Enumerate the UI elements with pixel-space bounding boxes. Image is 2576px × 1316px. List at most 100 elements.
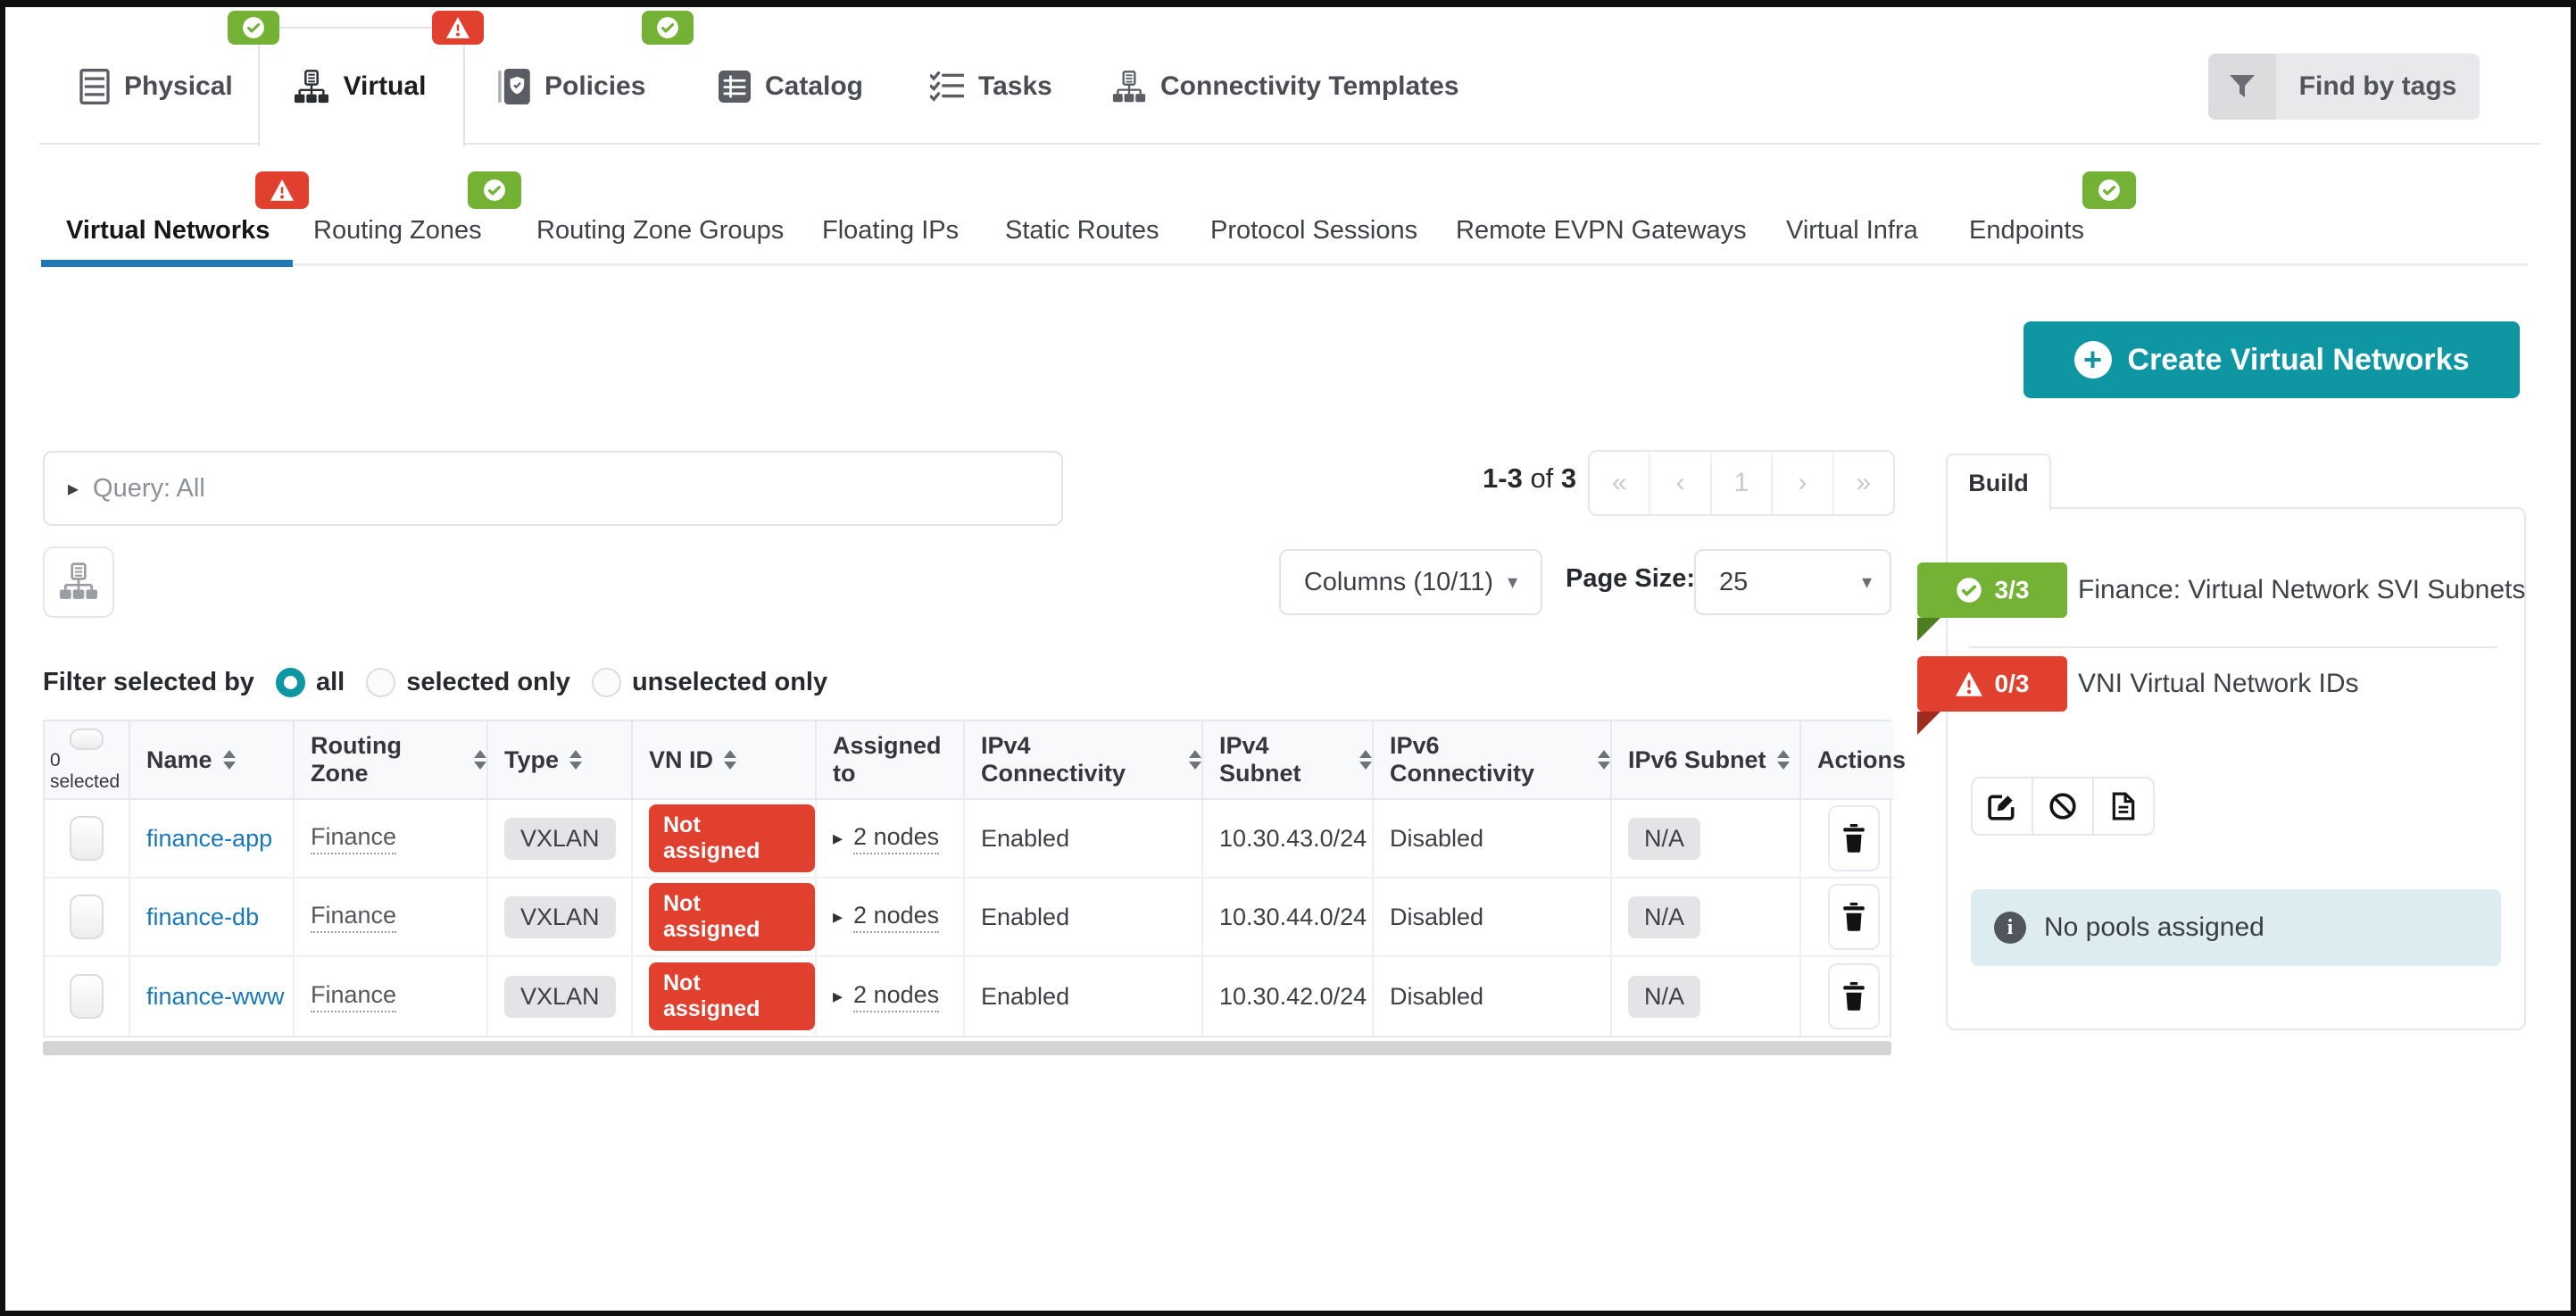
subnav-label: Floating IPs <box>822 216 959 246</box>
topology-view-button[interactable] <box>43 546 114 618</box>
plus-circle-icon: + <box>2074 341 2112 379</box>
build-tab-label: Build <box>1968 470 2029 497</box>
caret-right-icon[interactable]: ▸ <box>833 905 843 929</box>
column-header-ipv6-subnet[interactable]: IPv6 Subnet <box>1612 721 1801 800</box>
build-item-label: VNI Virtual Network IDs <box>2078 669 2359 699</box>
find-by-tags-button[interactable]: Find by tags <box>2208 54 2480 120</box>
subnav-routing-zones[interactable]: Routing Zones <box>313 209 482 252</box>
tab-policies[interactable]: Policies <box>498 59 645 114</box>
vn-name-link[interactable]: finance-app <box>146 825 272 853</box>
build-status-tag-error[interactable]: 0/3 <box>1917 656 2067 712</box>
warning-triangle-icon <box>255 171 309 209</box>
physical-success-badge check-circle-icon <box>228 11 279 45</box>
routing-zone-link[interactable]: Finance <box>311 902 396 933</box>
subnav-remote-evpn-gateways[interactable]: Remote EVPN Gateways <box>1456 209 1747 252</box>
subnav-static-routes[interactable]: Static Routes <box>1005 209 1159 252</box>
column-header-type[interactable]: Type <box>488 721 633 800</box>
build-item-label: Finance: Virtual Network SVI Subnets <box>2078 575 2525 605</box>
subnav-label: Remote EVPN Gateways <box>1456 216 1747 246</box>
disable-button[interactable] <box>2032 777 2094 836</box>
tab-catalog[interactable]: Catalog <box>719 59 863 114</box>
cell-ipv6-subnet: N/A <box>1612 879 1801 957</box>
radio-selected-only[interactable] <box>366 668 395 697</box>
filter-option-selected-only[interactable]: selected only <box>366 668 570 697</box>
column-header-ipv4-subnet[interactable]: IPv4 Subnet <box>1203 721 1374 800</box>
columns-dropdown[interactable]: Columns (10/11) ▾ <box>1279 549 1542 615</box>
build-item-vni-ids[interactable]: VNI Virtual Network IDs <box>2078 656 2359 712</box>
column-label: Name <box>146 746 212 774</box>
last-page-button[interactable]: » <box>1834 452 1893 514</box>
tab-connectivity-templates[interactable]: Connectivity Templates <box>1112 59 1459 114</box>
page-size-select[interactable]: 25 ▾ <box>1694 549 1891 615</box>
cell-ipv4-subnet: 10.30.44.0/24 <box>1203 879 1374 957</box>
caret-right-icon[interactable]: ▸ <box>833 827 843 850</box>
ribbon-fold <box>1917 618 1940 641</box>
page-total: 3 <box>1561 462 1576 494</box>
delete-row-button[interactable] <box>1828 963 1880 1029</box>
tab-label: Virtual <box>344 71 427 102</box>
task-list-icon <box>930 71 964 102</box>
tab-tasks[interactable]: Tasks <box>930 59 1052 114</box>
next-page-button[interactable]: › <box>1773 452 1833 514</box>
page-range: 1-3 <box>1483 462 1523 494</box>
row-checkbox[interactable] <box>70 895 104 939</box>
select-all-checkbox[interactable] <box>70 729 104 750</box>
prev-page-button[interactable]: ‹ <box>1650 452 1711 514</box>
column-header-ipv6-connectivity[interactable]: IPv6 Connectivity <box>1374 721 1612 800</box>
subnav-protocol-sessions[interactable]: Protocol Sessions <box>1210 209 1417 252</box>
tab-label: Physical <box>124 71 233 102</box>
radio-all[interactable] <box>276 668 305 697</box>
column-label: Actions <box>1817 746 1906 774</box>
not-assigned-badge: Not assigned <box>649 804 815 872</box>
row-checkbox[interactable] <box>70 974 104 1019</box>
cell-actions <box>1801 957 1893 1036</box>
vn-name-link[interactable]: finance-www <box>146 983 285 1011</box>
document-button[interactable] <box>2092 777 2155 836</box>
column-header-ipv4-connectivity[interactable]: IPv4 Connectivity <box>965 721 1203 800</box>
query-label: Query: All <box>93 474 205 504</box>
delete-row-button[interactable] <box>1828 805 1880 871</box>
cell-routing-zone: Finance <box>295 957 488 1036</box>
nodes-link[interactable]: 2 nodes <box>853 902 939 933</box>
column-header-name[interactable]: Name <box>130 721 295 800</box>
column-header-routing-zone[interactable]: Routing Zone <box>295 721 488 800</box>
routing-zone-link[interactable]: Finance <box>311 981 396 1012</box>
filter-option-unselected-only[interactable]: unselected only <box>592 668 827 697</box>
build-status-tag-success[interactable]: 3/3 <box>1917 562 2067 618</box>
tab-physical[interactable]: Physical <box>79 59 233 114</box>
row-checkbox[interactable] <box>70 816 104 861</box>
nodes-link[interactable]: 2 nodes <box>853 823 939 854</box>
funnel-icon <box>2208 54 2276 120</box>
subnav-virtual-networks[interactable]: Virtual Networks <box>66 209 270 252</box>
tab-virtual[interactable]: Virtual <box>258 59 461 114</box>
status-count: 3/3 <box>1995 576 2030 604</box>
sort-icon <box>474 750 486 770</box>
not-assigned-badge: Not assigned <box>649 962 815 1030</box>
page-size-label: Page Size: <box>1566 564 1695 594</box>
edit-button[interactable] <box>1971 777 2033 836</box>
filter-option-all[interactable]: all <box>276 668 345 697</box>
warning-triangle-icon <box>1956 671 1982 696</box>
row-checkbox-cell <box>45 800 130 879</box>
create-virtual-networks-button[interactable]: + Create Virtual Networks <box>2023 321 2520 398</box>
radio-unselected-only[interactable] <box>592 668 621 697</box>
cell-assigned-to: ▸ 2 nodes <box>817 879 965 957</box>
build-panel-tab[interactable]: Build <box>1946 454 2051 511</box>
nodes-link[interactable]: 2 nodes <box>853 981 939 1012</box>
subnav-floating-ips[interactable]: Floating IPs <box>822 209 959 252</box>
query-expander[interactable]: ▸ Query: All <box>43 451 1063 526</box>
first-page-button[interactable]: « <box>1590 452 1650 514</box>
routing-zone-link[interactable]: Finance <box>311 823 396 854</box>
horizontal-scrollbar[interactable] <box>43 1041 1891 1055</box>
type-badge: VXLAN <box>504 896 616 938</box>
vn-name-link[interactable]: finance-db <box>146 904 259 931</box>
subnav-endpoints[interactable]: Endpoints <box>1969 209 2084 252</box>
page-number-button[interactable]: 1 <box>1712 452 1773 514</box>
build-item-svi-subnets[interactable]: Finance: Virtual Network SVI Subnets <box>2078 562 2525 618</box>
delete-row-button[interactable] <box>1828 884 1880 950</box>
caret-right-icon[interactable]: ▸ <box>833 985 843 1008</box>
subnav-virtual-infra[interactable]: Virtual Infra <box>1786 209 1918 252</box>
subnav-label: Static Routes <box>1005 216 1159 246</box>
subnav-routing-zone-groups[interactable]: Routing Zone Groups <box>536 209 784 252</box>
column-header-vn-id[interactable]: VN ID <box>633 721 817 800</box>
